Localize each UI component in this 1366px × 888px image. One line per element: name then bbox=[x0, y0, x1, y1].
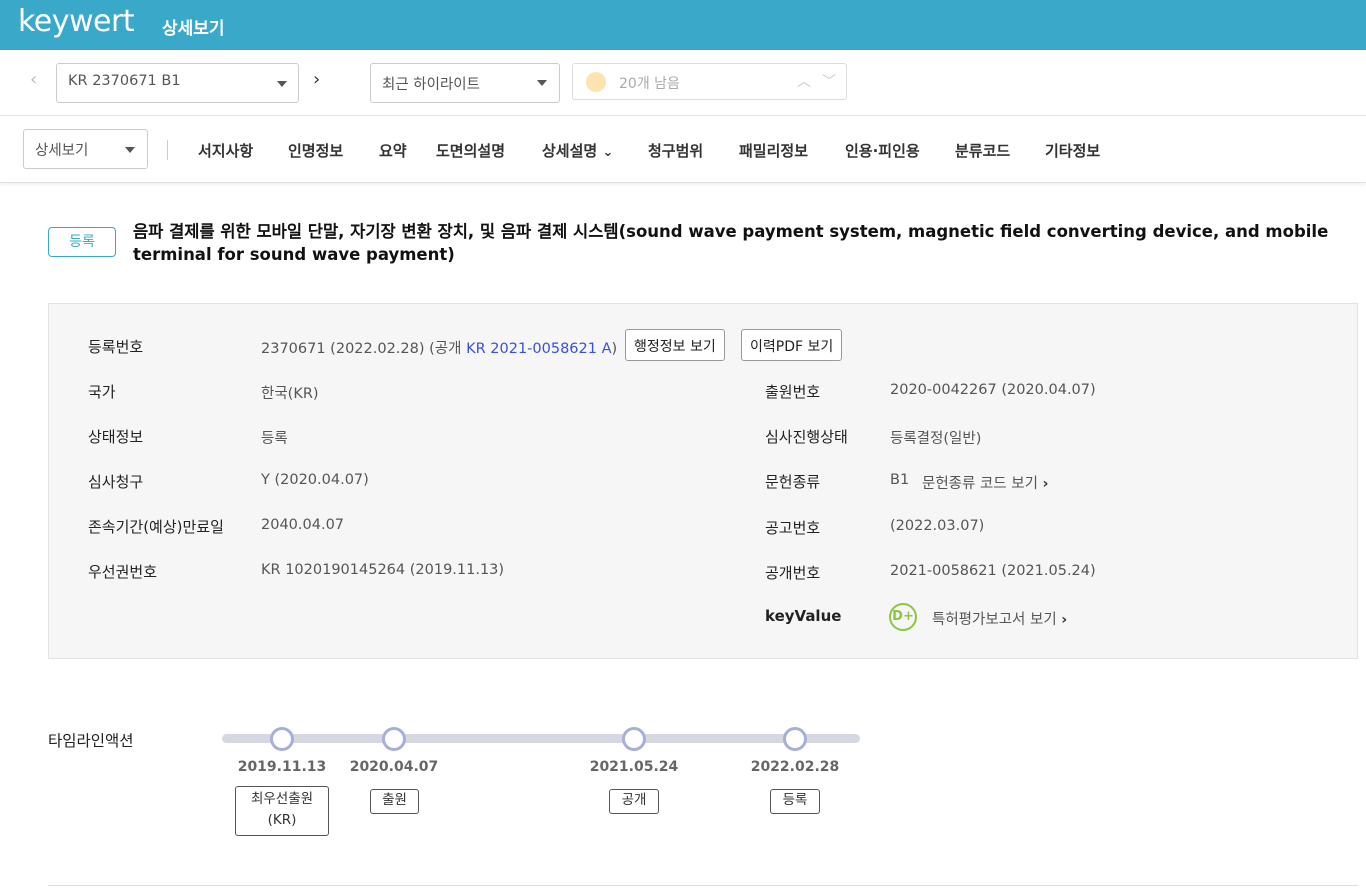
timeline-track bbox=[222, 734, 860, 743]
highlight-navigator: 20개 남음 ︿ ﹀ bbox=[572, 63, 847, 100]
timeline-date: 2021.05.24 bbox=[589, 759, 679, 775]
country-label: 국가 bbox=[88, 383, 116, 401]
divider bbox=[167, 140, 168, 160]
section-tab-row: 상세보기 서지사항 인명정보 요약 도면의설명 상세설명 ⌄ 청구범위 패밀리정… bbox=[0, 117, 1366, 183]
highlight-select-value: 최근 하이라이트 bbox=[382, 77, 480, 93]
publication-link[interactable]: KR 2021-0058621 A bbox=[466, 341, 611, 357]
tab-claims[interactable]: 청구범위 bbox=[648, 140, 703, 161]
tab-family-info[interactable]: 패밀리정보 bbox=[739, 140, 808, 161]
prev-patent-icon[interactable]: ‹ bbox=[30, 69, 37, 90]
timeline-node[interactable] bbox=[622, 727, 646, 751]
application-number-label: 출원번호 bbox=[765, 383, 821, 401]
timeline-date: 2020.04.07 bbox=[349, 759, 439, 775]
exam-progress-value: 등록결정(일반) bbox=[890, 431, 982, 447]
timeline-label: 타임라인액션 bbox=[48, 732, 134, 750]
timeline-date: 2022.02.28 bbox=[750, 759, 840, 775]
priority-number-value: KR 1020190145264 (2019.11.13) bbox=[261, 562, 505, 578]
timeline-event-tag-line: 최우선출원 bbox=[250, 791, 314, 807]
top-bar: keywert 상세보기 bbox=[0, 0, 1366, 50]
publication-number-value: 2021-0058621 (2021.05.24) bbox=[890, 563, 1096, 579]
highlight-remaining: 20개 남음 bbox=[619, 76, 680, 92]
exam-request-value: Y (2020.04.07) bbox=[261, 472, 369, 488]
caret-down-icon bbox=[277, 81, 287, 87]
tab-bibliographic[interactable]: 서지사항 bbox=[198, 140, 253, 161]
document-type-label: 문헌종류 bbox=[765, 473, 821, 491]
status-value: 등록 bbox=[261, 431, 288, 447]
priority-number-label: 우선권번호 bbox=[88, 563, 158, 581]
tab-citations[interactable]: 인용·피인용 bbox=[845, 140, 920, 161]
country-value: 한국(KR) bbox=[261, 386, 319, 402]
patent-evaluation-report-link-text: 특허평가보고서 보기 bbox=[932, 612, 1057, 628]
exam-request-label: 심사청구 bbox=[88, 473, 144, 491]
view-mode-select[interactable]: 상세보기 bbox=[23, 129, 148, 169]
tab-detailed-description-label: 상세설명 bbox=[542, 142, 598, 160]
timeline-event-tag[interactable]: 최우선출원 (KR) bbox=[235, 786, 329, 836]
tab-summary[interactable]: 요약 bbox=[379, 140, 407, 161]
timeline-event-tag[interactable]: 출원 bbox=[370, 789, 419, 814]
application-number-value: 2020-0042267 (2020.04.07) bbox=[890, 382, 1096, 398]
patent-select-value: KR 2370671 B1 bbox=[68, 73, 181, 89]
tab-person-info[interactable]: 인명정보 bbox=[288, 140, 343, 161]
keyvalue-grade-badge: D+ bbox=[889, 603, 917, 631]
chevron-right-icon: › bbox=[1042, 476, 1049, 492]
caret-down-icon bbox=[537, 80, 547, 86]
registration-number-text: 2370671 (2022.02.28) (공개 bbox=[261, 341, 467, 357]
keyvalue-label: keyValue bbox=[765, 607, 842, 625]
tab-other-info[interactable]: 기타정보 bbox=[1045, 140, 1100, 161]
notice-number-label: 공고번호 bbox=[765, 519, 821, 537]
timeline-node[interactable] bbox=[270, 727, 294, 751]
document-type-code-link[interactable]: 문헌종류 코드 보기 › bbox=[922, 472, 1049, 493]
keywert-logo[interactable]: keywert bbox=[18, 4, 135, 39]
highlight-up-icon[interactable]: ︿ bbox=[797, 71, 811, 91]
patent-select[interactable]: KR 2370671 B1 bbox=[56, 63, 299, 103]
notice-number-value: (2022.03.07) bbox=[890, 518, 985, 534]
document-type-value: B1 bbox=[890, 472, 910, 488]
highlight-color-icon[interactable] bbox=[586, 72, 606, 92]
timeline-event-tag[interactable]: 공개 bbox=[609, 789, 659, 814]
registration-number-value: 2370671 (2022.02.28) (공개 KR 2021-0058621… bbox=[261, 337, 617, 358]
tab-classification[interactable]: 분류코드 bbox=[955, 140, 1010, 161]
history-pdf-button[interactable]: 이력PDF 보기 bbox=[741, 329, 843, 361]
document-type-code-link-text: 문헌종류 코드 보기 bbox=[922, 476, 1038, 492]
patent-navigation-row: ‹ KR 2370671 B1 › 최근 하이라이트 20개 남음 ︿ ﹀ bbox=[0, 50, 1366, 116]
registration-number-end: ) bbox=[611, 341, 618, 357]
highlight-down-icon[interactable]: ﹀ bbox=[822, 71, 836, 91]
timeline-date: 2019.11.13 bbox=[237, 759, 327, 775]
tab-drawing-description[interactable]: 도면의설명 bbox=[436, 140, 505, 161]
patent-title: 음파 결제를 위한 모바일 단말, 자기장 변환 장치, 및 음파 결제 시스템… bbox=[133, 222, 1329, 264]
divider bbox=[48, 885, 1358, 886]
publication-number-label: 공개번호 bbox=[765, 564, 821, 582]
timeline-event-tag[interactable]: 등록 bbox=[770, 789, 820, 814]
registration-number-label: 등록번호 bbox=[88, 338, 144, 356]
chevron-right-icon: › bbox=[1061, 612, 1068, 628]
admin-info-button[interactable]: 행정정보 보기 bbox=[625, 329, 725, 361]
timeline-node[interactable] bbox=[783, 727, 807, 751]
tab-detailed-description[interactable]: 상세설명 ⌄ bbox=[542, 140, 613, 161]
chevron-down-icon: ⌄ bbox=[602, 145, 614, 160]
exam-progress-label: 심사진행상태 bbox=[765, 428, 848, 446]
view-mode-value: 상세보기 bbox=[35, 143, 89, 159]
timeline-event-tag-line: (KR) bbox=[267, 812, 297, 828]
highlight-select[interactable]: 최근 하이라이트 bbox=[370, 63, 560, 103]
expiry-date-value: 2040.04.07 bbox=[261, 517, 345, 533]
next-patent-icon[interactable]: › bbox=[313, 69, 320, 90]
caret-down-icon bbox=[125, 147, 135, 153]
status-badge: 등록 bbox=[48, 227, 116, 257]
patent-evaluation-report-link[interactable]: 특허평가보고서 보기 › bbox=[932, 608, 1067, 629]
timeline-node[interactable] bbox=[382, 727, 406, 751]
expiry-date-label: 존속기간(예상)만료일 bbox=[88, 518, 224, 536]
page-title: 상세보기 bbox=[162, 19, 225, 39]
status-label: 상태정보 bbox=[88, 428, 144, 446]
